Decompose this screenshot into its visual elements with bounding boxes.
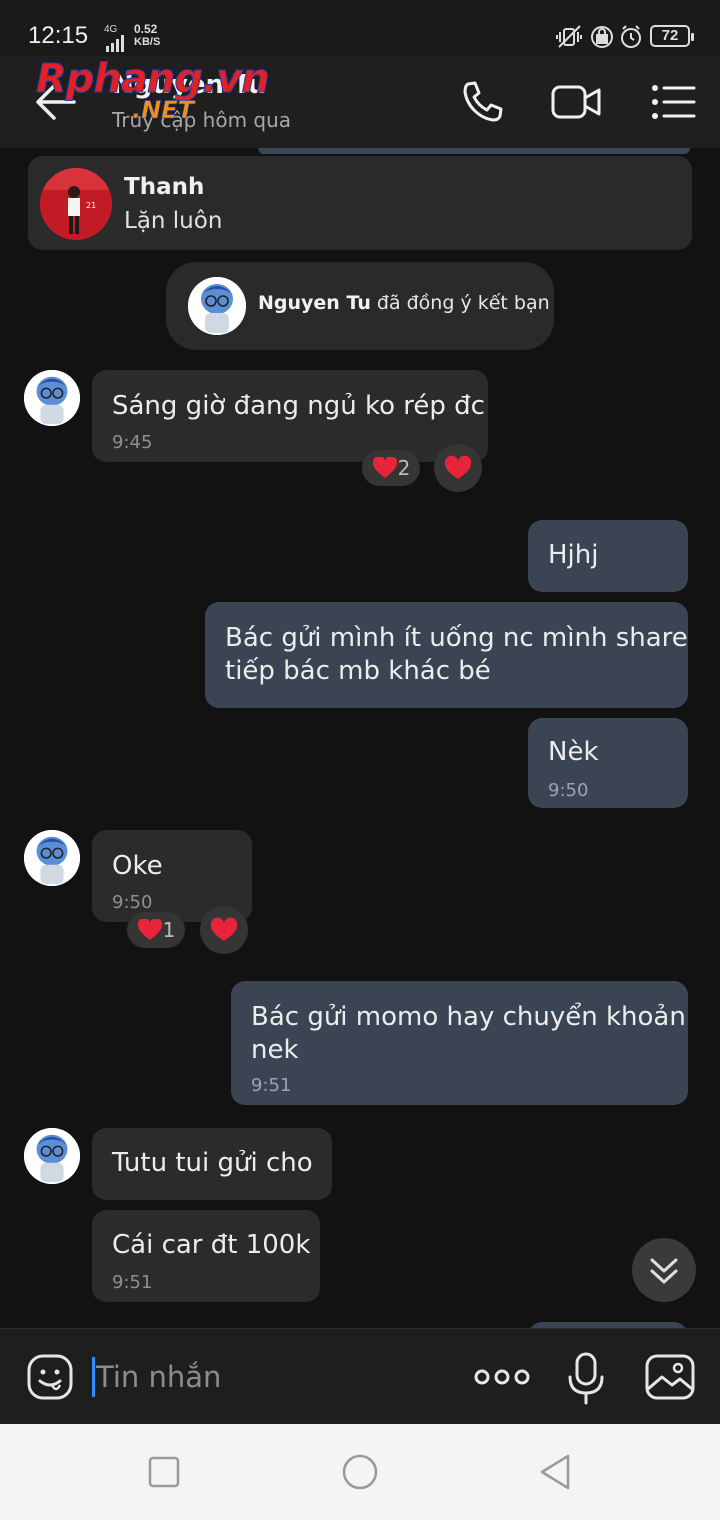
scroll-to-bottom-button[interactable]	[632, 1238, 696, 1302]
phone-icon[interactable]	[456, 78, 508, 126]
nav-recent-icon[interactable]	[144, 1452, 184, 1492]
menu-list-icon[interactable]	[648, 78, 700, 126]
pinned-avatar-photo: 21	[40, 168, 112, 240]
alarm-icon	[621, 25, 641, 48]
incoming-message[interactable]: Cái car đt 100k 9:51	[92, 1210, 320, 1302]
watermark-logo: Rphang.vn .NET	[36, 56, 271, 126]
composer-bar	[0, 1328, 720, 1424]
react-button[interactable]	[434, 444, 482, 492]
nav-back-icon[interactable]	[536, 1452, 576, 1492]
emoji-icon[interactable]	[26, 1353, 74, 1401]
outgoing-message[interactable]: Nèk 9:50	[528, 718, 688, 808]
network-speed: 0.52 KB/S	[134, 23, 160, 49]
battery-indicator: 72	[650, 25, 694, 47]
status-icons	[556, 25, 641, 48]
chat-header: Nguyen Tu Truy cập hôm qua Rphang.vn .NE…	[0, 56, 720, 148]
message-text: Tutu tui gửi cho	[112, 1148, 313, 1178]
message-text-line-2: nek	[251, 1035, 299, 1065]
pinned-text: Lặn luôn	[124, 208, 223, 234]
message-time: 9:50	[548, 780, 589, 801]
svg-text:21: 21	[86, 201, 96, 210]
sadness-avatar-icon	[24, 1128, 80, 1184]
notice-text: Nguyen Tu đã đồng ý kết bạn	[258, 292, 550, 314]
heart-icon	[372, 457, 397, 478]
sadness-avatar-icon	[24, 370, 80, 426]
notice-avatar	[188, 277, 246, 335]
status-time: 12:15	[28, 22, 89, 49]
message-text: Oke	[112, 851, 163, 881]
video-call-icon[interactable]	[550, 78, 602, 126]
message-input[interactable]	[96, 1357, 446, 1397]
image-icon[interactable]	[644, 1353, 696, 1401]
pinned-tab-edge	[258, 148, 690, 154]
status-bar: 12:15 4G 0.52 KB/S 72	[0, 0, 720, 56]
pinned-avatar: 21	[40, 168, 112, 240]
microphone-icon[interactable]	[564, 1351, 608, 1405]
contact-avatar[interactable]	[24, 1128, 80, 1184]
heart-icon	[444, 455, 472, 479]
outgoing-message[interactable]: Bác gửi momo hay chuyển khoản nek 9:51	[231, 981, 688, 1105]
message-text: Cái car đt 100k	[112, 1230, 311, 1260]
more-dots-icon[interactable]	[472, 1357, 532, 1397]
reaction-count: 2	[397, 456, 411, 480]
pinned-message[interactable]: 21 Thanh Lặn luôn	[28, 156, 692, 250]
reaction-summary[interactable]: 1	[127, 912, 185, 948]
sadness-avatar-icon	[24, 830, 80, 886]
lock-rotation-icon	[591, 26, 613, 48]
incoming-message[interactable]: Tutu tui gửi cho	[92, 1128, 332, 1200]
message-time: 9:45	[112, 432, 153, 453]
message-text: Nèk	[548, 737, 599, 767]
incoming-message[interactable]: Sáng giờ đang ngủ ko rép đc 9:45	[92, 370, 488, 462]
signal-icon	[106, 35, 124, 52]
notice-name: Nguyen Tu	[258, 292, 371, 314]
system-nav-bar	[0, 1424, 720, 1520]
notice-message: đã đồng ý kết bạn	[370, 292, 550, 314]
chevron-double-down-icon	[650, 1258, 678, 1284]
message-list[interactable]: 21 Thanh Lặn luôn Nguyen Tu đã đồng ý kế…	[0, 148, 720, 1328]
message-time: 9:51	[251, 1075, 292, 1096]
message-text-line-1: Bác gửi momo hay chuyển khoản	[251, 1002, 686, 1032]
message-time: 9:50	[112, 892, 153, 913]
heart-icon	[210, 917, 238, 941]
heart-icon	[137, 919, 162, 940]
react-button[interactable]	[200, 906, 248, 954]
contact-avatar[interactable]	[24, 370, 80, 426]
message-text: Hjhj	[548, 540, 599, 570]
speed-value: 0.52	[134, 22, 158, 36]
message-text-line-1: Bác gửi mình ít uống nc mình share	[225, 623, 688, 653]
message-text-line-2: tiếp bác mb khác bé	[225, 656, 491, 686]
pinned-sender: Thanh	[124, 174, 205, 200]
sadness-avatar-icon	[188, 277, 246, 335]
message-time: 9:51	[112, 1272, 153, 1293]
outgoing-message[interactable]: Bác gửi mình ít uống nc mình share tiếp …	[205, 602, 688, 708]
vibrate-mute-icon	[556, 25, 582, 48]
watermark-sub: .NET	[132, 96, 194, 125]
friend-accepted-notice: Nguyen Tu đã đồng ý kết bạn	[166, 262, 554, 350]
network-indicator: 4G	[104, 24, 124, 52]
contact-avatar[interactable]	[24, 830, 80, 886]
reaction-summary[interactable]: 2	[362, 450, 420, 486]
nav-home-icon[interactable]	[340, 1452, 380, 1492]
text-cursor	[92, 1357, 95, 1397]
speed-unit: KB/S	[134, 36, 161, 48]
outgoing-message[interactable]: Hjhj	[528, 520, 688, 592]
reaction-count: 1	[162, 918, 176, 942]
message-text: Sáng giờ đang ngủ ko rép đc	[112, 391, 485, 421]
